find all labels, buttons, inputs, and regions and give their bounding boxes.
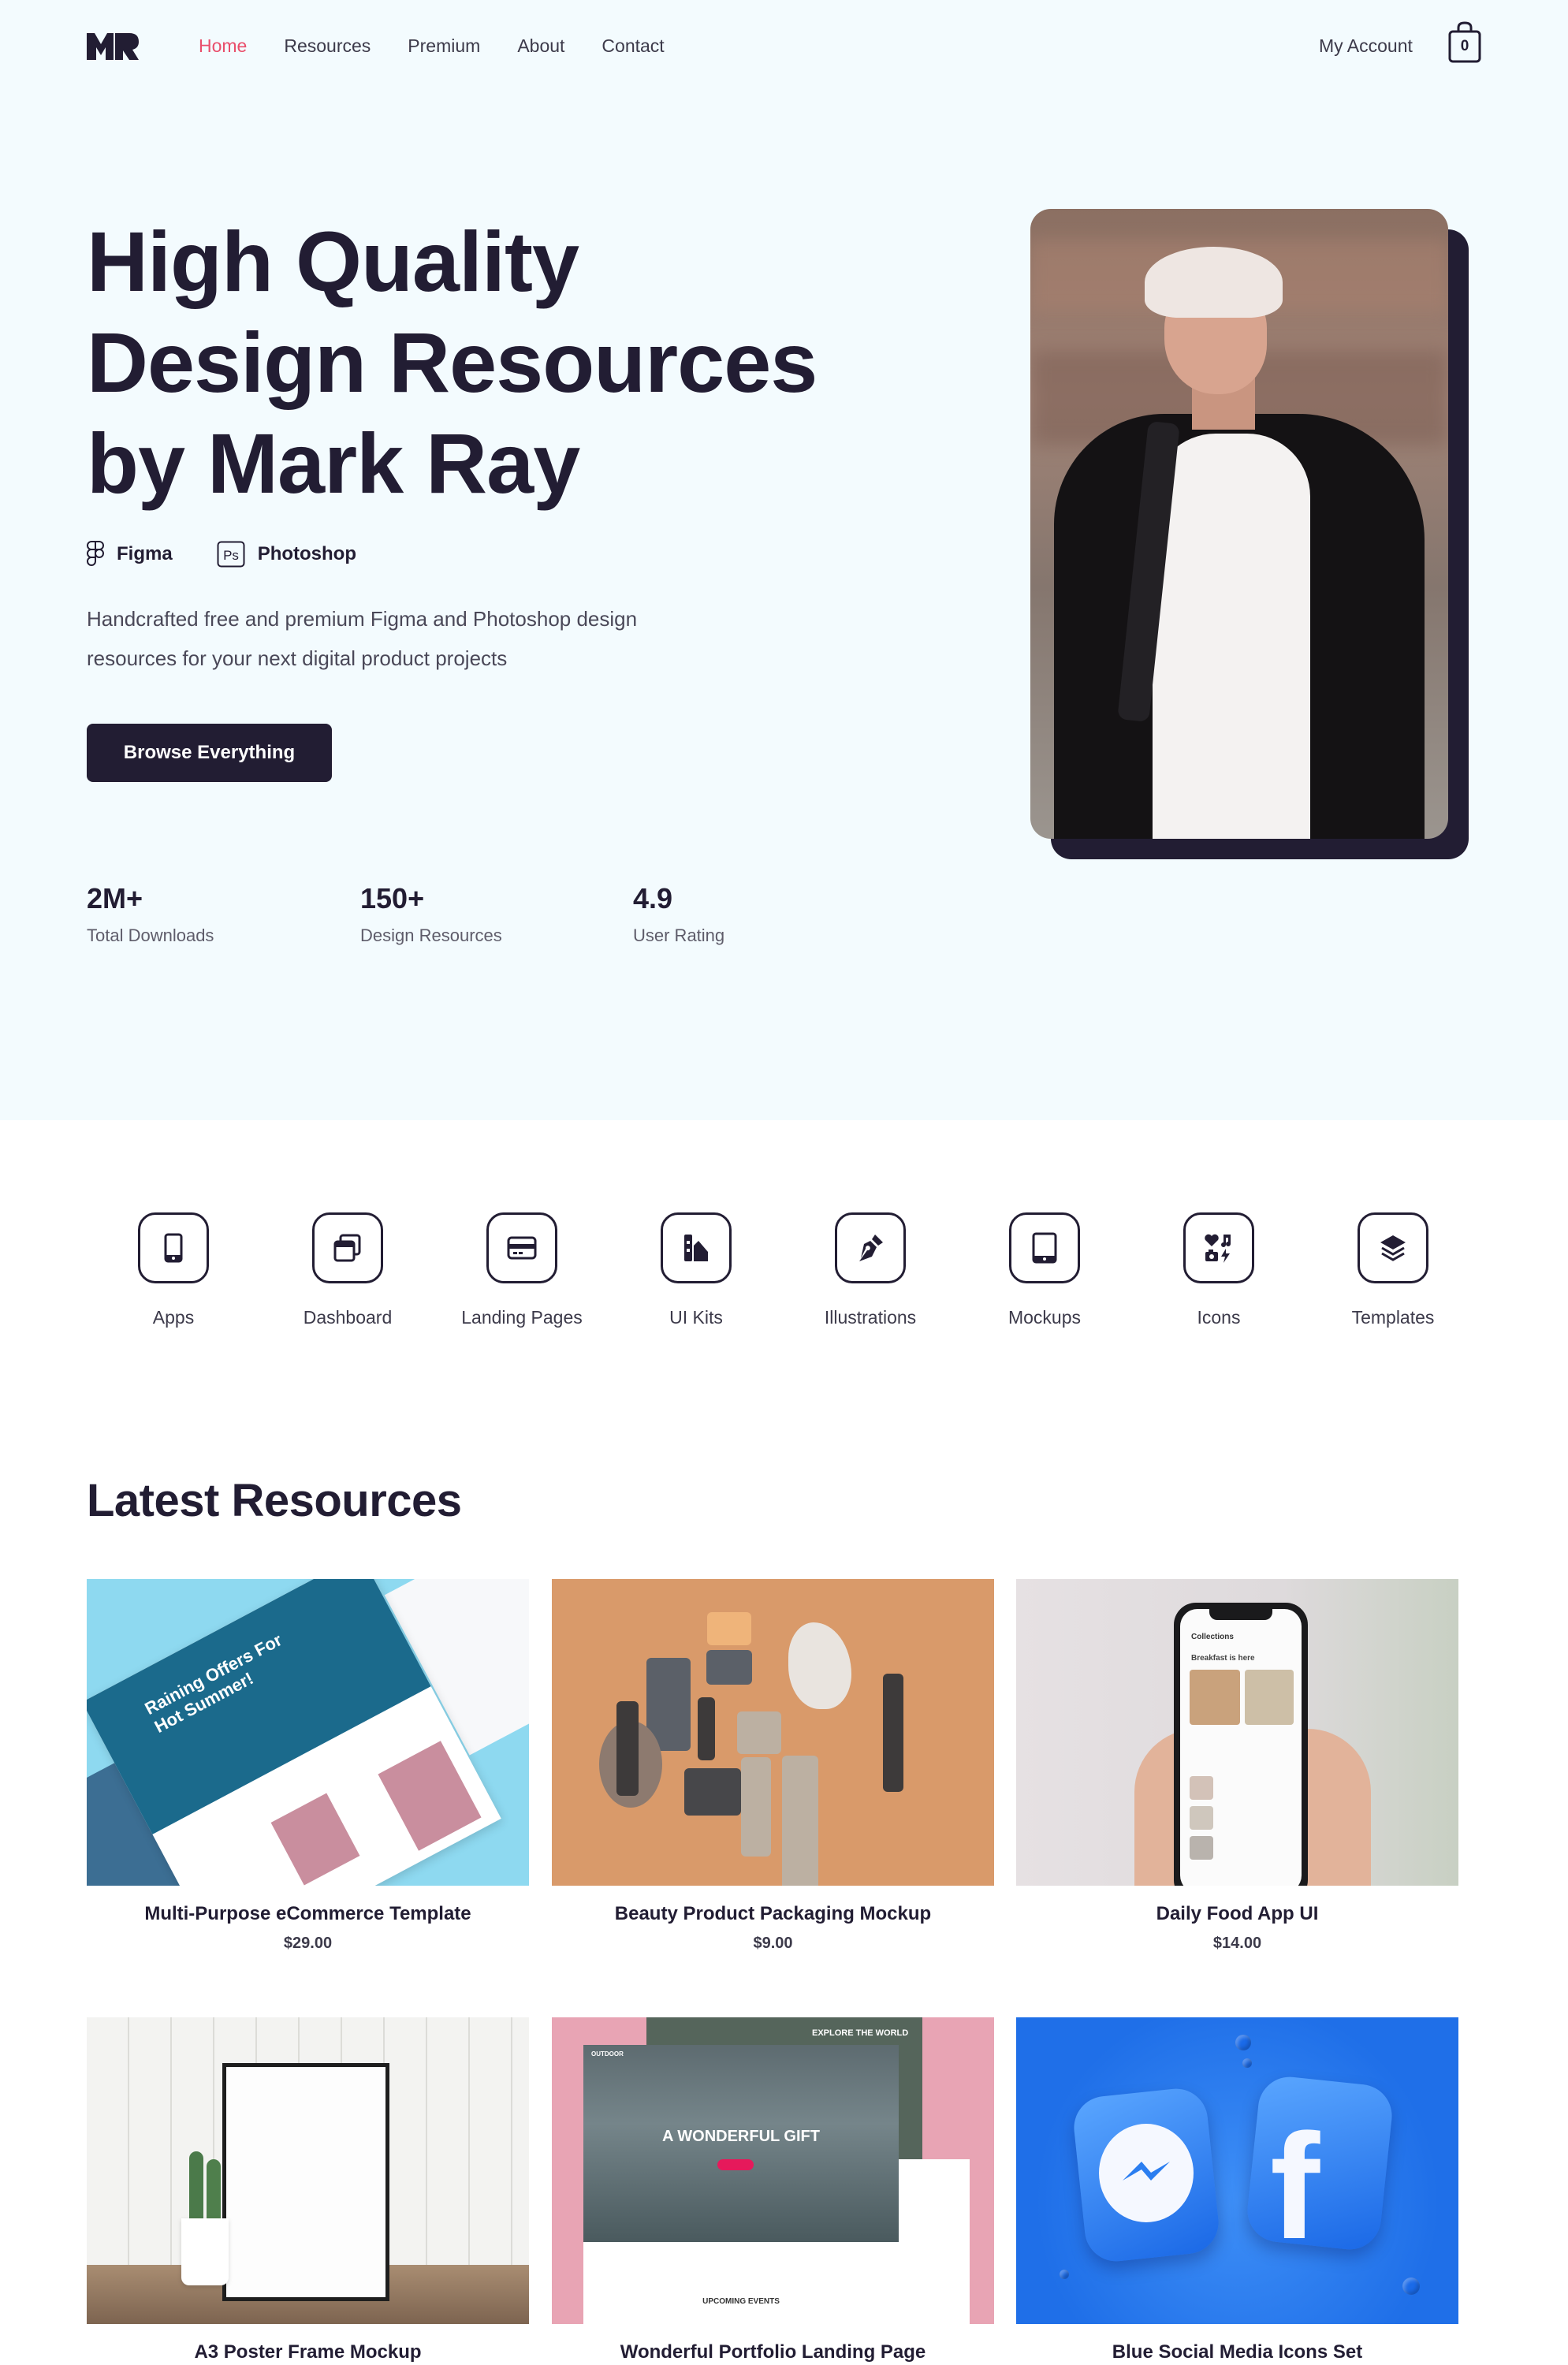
cart-button[interactable]: 0 bbox=[1447, 20, 1482, 65]
resource-thumbnail: f bbox=[1016, 2017, 1458, 2324]
resource-card[interactable]: f Blue Social Media Icons Set bbox=[1016, 2017, 1458, 2363]
layers-icon bbox=[1380, 1235, 1406, 1261]
resource-thumbnail: EXPLORE THE WORLD OUTDOOR A WONDERFUL GI… bbox=[552, 2017, 994, 2324]
hero-title-line: High Quality bbox=[87, 214, 579, 309]
facebook-icon: f bbox=[1270, 2103, 1320, 2270]
hero-title: High Quality Design Resources by Mark Ra… bbox=[87, 211, 875, 514]
figma-icon bbox=[87, 541, 104, 566]
stat-label: Total Downloads bbox=[87, 926, 214, 945]
resource-price: $9.00 bbox=[753, 1935, 793, 1952]
category-apps[interactable]: Apps bbox=[95, 1212, 252, 1328]
tool-label: Photoshop bbox=[257, 543, 356, 564]
category-ui-kits[interactable]: UI Kits bbox=[617, 1212, 775, 1328]
nav-premium[interactable]: Premium bbox=[408, 35, 480, 57]
nav-resources[interactable]: Resources bbox=[284, 35, 371, 57]
tool-figma: Figma bbox=[87, 541, 173, 568]
category-label: Apps bbox=[152, 1307, 195, 1328]
hero-title-line: by Mark Ray bbox=[87, 415, 580, 511]
tool-list: Figma Ps Photoshop bbox=[87, 541, 400, 568]
resource-card[interactable]: Beauty Product Packaging Mockup $9.00 bbox=[552, 1579, 994, 1953]
svg-text:Ps: Ps bbox=[223, 548, 239, 563]
category-illustrations[interactable]: Illustrations bbox=[791, 1212, 949, 1328]
stat-resources: 150+ Design Resources bbox=[360, 881, 502, 946]
resource-title[interactable]: Beauty Product Packaging Mockup bbox=[552, 1903, 994, 1925]
category-dashboard[interactable]: Dashboard bbox=[269, 1212, 426, 1328]
pen-nib-icon bbox=[859, 1235, 883, 1261]
category-templates[interactable]: Templates bbox=[1314, 1212, 1472, 1328]
hero-description-line: Handcrafted free and premium Figma and P… bbox=[87, 607, 638, 631]
category-label: Illustrations bbox=[824, 1307, 917, 1328]
resource-thumbnail: Raining Offers For Hot Summer! bbox=[87, 1579, 529, 1886]
stat-value: 2M+ bbox=[87, 882, 143, 914]
tablet-icon bbox=[1032, 1232, 1057, 1264]
resource-title[interactable]: Wonderful Portfolio Landing Page bbox=[552, 2341, 994, 2363]
category-label: UI Kits bbox=[669, 1307, 723, 1328]
nav-contact[interactable]: Contact bbox=[602, 35, 664, 57]
hero-description: Handcrafted free and premium Figma and P… bbox=[87, 599, 757, 678]
main-nav: Home Resources Premium About Contact bbox=[199, 35, 702, 57]
thumbnail-text: UPCOMING EVENTS bbox=[702, 2297, 780, 2306]
resource-card[interactable]: EXPLORE THE WORLD OUTDOOR A WONDERFUL GI… bbox=[552, 2017, 994, 2363]
thumbnail-text: OUTDOOR bbox=[591, 2050, 624, 2058]
resource-title[interactable]: Blue Social Media Icons Set bbox=[1016, 2341, 1458, 2363]
hero-portrait-image bbox=[1030, 209, 1448, 839]
my-account-link[interactable]: My Account bbox=[1319, 35, 1413, 57]
windows-icon bbox=[333, 1234, 361, 1262]
resource-card[interactable]: Collections Breakfast is here Daily Food… bbox=[1016, 1579, 1458, 1953]
stat-value: 4.9 bbox=[633, 882, 673, 914]
category-label: Dashboard bbox=[303, 1307, 393, 1328]
stat-label: Design Resources bbox=[360, 926, 502, 945]
category-label: Landing Pages bbox=[461, 1307, 583, 1328]
hero-section: Home Resources Premium About Contact My … bbox=[0, 0, 1568, 1120]
cart-count: 0 bbox=[1460, 38, 1469, 54]
thumbnail-text: Collections bbox=[1191, 1633, 1234, 1641]
resource-price: $14.00 bbox=[1212, 1935, 1262, 1952]
logo[interactable] bbox=[87, 33, 139, 60]
resource-title[interactable]: A3 Poster Frame Mockup bbox=[87, 2341, 529, 2363]
photoshop-icon: Ps bbox=[217, 541, 245, 568]
stat-downloads: 2M+ Total Downloads bbox=[87, 881, 214, 946]
stat-value: 150+ bbox=[360, 882, 425, 914]
resource-thumbnail: Collections Breakfast is here bbox=[1016, 1579, 1458, 1886]
resource-card[interactable]: Raining Offers For Hot Summer! Multi-Pur… bbox=[87, 1579, 529, 1953]
nav-about[interactable]: About bbox=[517, 35, 564, 57]
resource-thumbnail bbox=[552, 1579, 994, 1886]
stat-label: User Rating bbox=[633, 926, 725, 945]
resource-price: $29.00 bbox=[283, 1935, 333, 1952]
hero-description-line: resources for your next digital product … bbox=[87, 646, 508, 670]
browser-card-icon bbox=[507, 1236, 537, 1260]
latest-resources-title: Latest Resources bbox=[87, 1475, 462, 1526]
stat-rating: 4.9 User Rating bbox=[633, 881, 724, 946]
smartphone-icon bbox=[164, 1233, 183, 1263]
category-label: Icons bbox=[1197, 1307, 1241, 1328]
tool-photoshop: Ps Photoshop bbox=[217, 541, 356, 568]
category-landing-pages[interactable]: Landing Pages bbox=[443, 1212, 601, 1328]
category-label: Mockups bbox=[1007, 1307, 1082, 1328]
category-icons[interactable]: Icons bbox=[1140, 1212, 1298, 1328]
thumbnail-text: EXPLORE THE WORLD bbox=[812, 2028, 909, 2038]
category-mockups[interactable]: Mockups bbox=[966, 1212, 1123, 1328]
swatches-icon bbox=[684, 1235, 708, 1261]
category-label: Templates bbox=[1351, 1307, 1435, 1328]
resource-thumbnail bbox=[87, 2017, 529, 2324]
thumbnail-text: A WONDERFUL GIFT bbox=[662, 2128, 820, 2145]
hero-title-line: Design Resources bbox=[87, 315, 818, 410]
thumbnail-text: Breakfast is here bbox=[1191, 1654, 1255, 1663]
icon-set-icon bbox=[1205, 1234, 1231, 1263]
tool-label: Figma bbox=[117, 543, 173, 564]
browse-everything-button[interactable]: Browse Everything bbox=[87, 724, 332, 782]
nav-home[interactable]: Home bbox=[199, 35, 247, 57]
resource-title[interactable]: Multi-Purpose eCommerce Template bbox=[87, 1903, 529, 1925]
resource-card[interactable]: A3 Poster Frame Mockup bbox=[87, 2017, 529, 2363]
resource-title[interactable]: Daily Food App UI bbox=[1016, 1903, 1458, 1925]
